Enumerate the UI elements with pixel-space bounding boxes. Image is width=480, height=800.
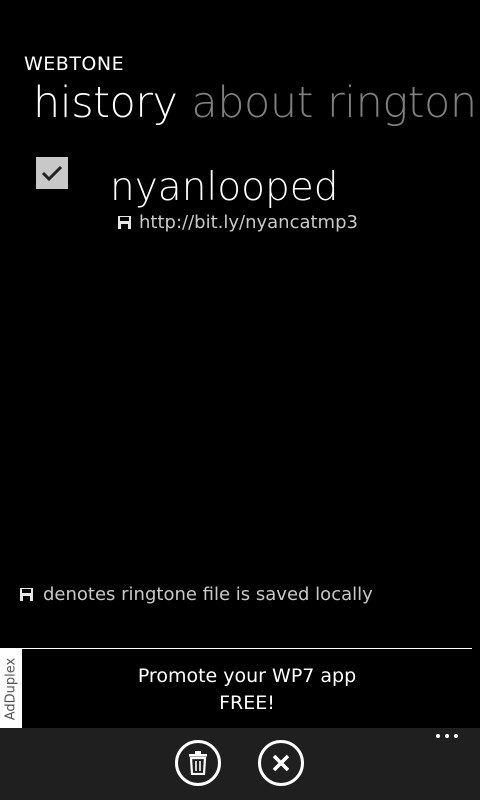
ringtone-url[interactable]: http://bit.ly/nyancatmp3 [139,212,358,233]
ad-provider-tag: AdDuplex [0,649,22,729]
application-bar [0,728,480,800]
close-icon [272,754,290,772]
pivot-tab-history[interactable]: history [33,78,178,128]
delete-button[interactable] [175,740,221,786]
checkmark-icon [41,165,63,182]
floppy-disk-icon [118,216,131,229]
ellipsis-icon[interactable] [436,734,458,738]
ringtone-title: nyanlooped [110,165,339,210]
app-title: WEBTONE [24,53,125,75]
ad-banner[interactable]: AdDuplex Promote your WP7 app FREE! [0,648,472,730]
ad-provider-label: AdDuplex [3,657,19,721]
trash-icon [189,751,207,775]
legend-text: denotes ringtone file is saved locally [43,584,373,605]
ad-line-2: FREE! [219,692,275,714]
pivot-tab-ringtone[interactable]: ringtone [327,78,480,128]
ad-line-1: Promote your WP7 app [137,665,357,687]
ringtone-source: http://bit.ly/nyancatmp3 [118,212,358,233]
item-checkbox[interactable] [36,157,68,189]
ad-text: Promote your WP7 app FREE! [22,663,472,717]
floppy-disk-icon [20,588,33,601]
pivot-header: history about ringtone [33,78,480,128]
history-list-item[interactable]: nyanlooped http://bit.ly/nyancatmp3 [36,157,466,237]
pivot-tab-about[interactable]: about [191,78,313,128]
cancel-button[interactable] [258,740,304,786]
saved-legend: denotes ringtone file is saved locally [20,584,373,605]
